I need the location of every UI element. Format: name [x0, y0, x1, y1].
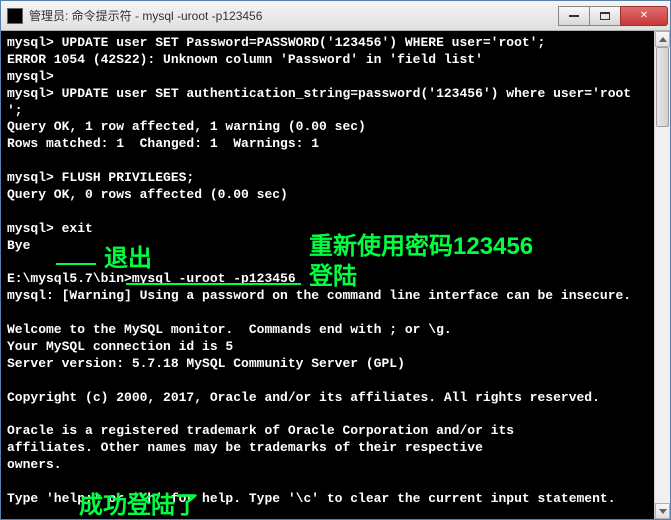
scroll-thumb[interactable]	[656, 47, 669, 127]
term-line: mysql: [Warning] Using a password on the…	[7, 288, 631, 303]
window-buttons: ✕	[559, 6, 668, 26]
term-line: ERROR 1054 (42S22): Unknown column 'Pass…	[7, 52, 483, 67]
term-line: mysql> FLUSH PRIVILEGES;	[7, 170, 194, 185]
term-line: affiliates. Other names may be trademark…	[7, 440, 483, 455]
term-line: Query OK, 0 rows affected (0.00 sec)	[7, 187, 288, 202]
terminal-content[interactable]: mysql> UPDATE user SET Password=PASSWORD…	[1, 31, 670, 519]
term-line: mysql> exit	[7, 221, 93, 236]
term-line: Type 'help;' or '\h' for help. Type '\c'…	[7, 491, 616, 506]
term-line: mysql>	[7, 69, 54, 84]
term-line: mysql> UPDATE user SET Password=PASSWORD…	[7, 35, 545, 50]
arrow-down-icon	[659, 509, 667, 514]
term-line: Query OK, 1 row affected, 1 warning (0.0…	[7, 119, 366, 134]
scrollbar[interactable]	[654, 31, 670, 519]
window-title: 管理员: 命令提示符 - mysql -uroot -p123456	[29, 7, 559, 24]
minimize-button[interactable]	[558, 6, 590, 26]
close-icon: ✕	[640, 10, 648, 21]
titlebar[interactable]: 管理员: 命令提示符 - mysql -uroot -p123456 ✕	[1, 1, 670, 31]
term-line: Copyright (c) 2000, 2017, Oracle and/or …	[7, 390, 600, 405]
term-line: Bye	[7, 238, 30, 253]
term-line: Server version: 5.7.18 MySQL Community S…	[7, 356, 405, 371]
term-line: Welcome to the MySQL monitor. Commands e…	[7, 322, 452, 337]
arrow-up-icon	[659, 37, 667, 42]
close-button[interactable]: ✕	[620, 6, 668, 26]
term-line: Your MySQL connection id is 5	[7, 339, 233, 354]
scroll-down-button[interactable]	[655, 503, 670, 519]
window-frame: 管理员: 命令提示符 - mysql -uroot -p123456 ✕ mys…	[0, 0, 671, 520]
term-line: Oracle is a registered trademark of Orac…	[7, 423, 514, 438]
minimize-icon	[569, 15, 579, 17]
term-line: owners.	[7, 457, 62, 472]
term-line: E:\mysql5.7\bin>mysql -uroot -p123456	[7, 271, 296, 286]
maximize-icon	[600, 12, 610, 20]
scroll-up-button[interactable]	[655, 31, 670, 47]
maximize-button[interactable]	[589, 6, 621, 26]
term-line: Rows matched: 1 Changed: 1 Warnings: 1	[7, 136, 319, 151]
cmd-icon	[7, 8, 23, 24]
term-line: ';	[7, 103, 23, 118]
term-line: mysql> UPDATE user SET authentication_st…	[7, 86, 631, 101]
